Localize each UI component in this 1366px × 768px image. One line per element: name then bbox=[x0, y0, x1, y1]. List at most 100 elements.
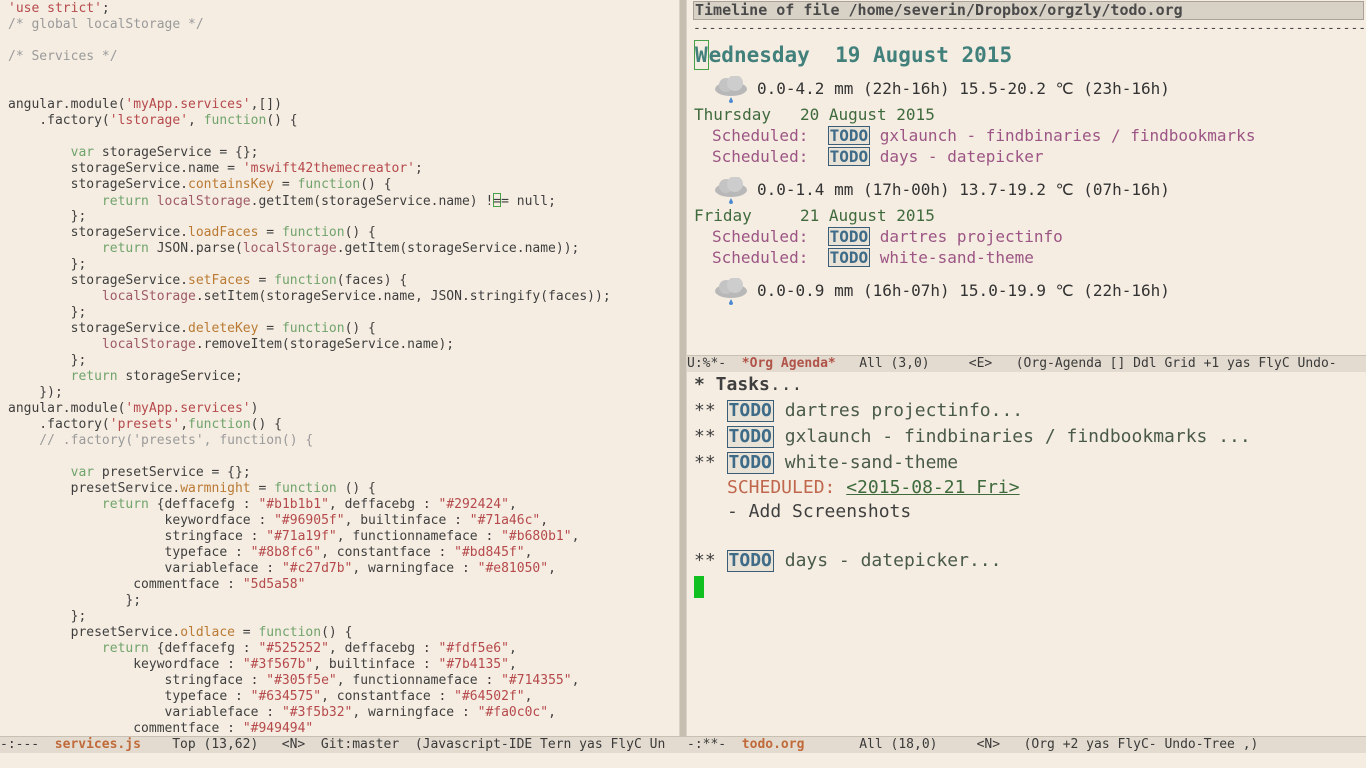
code-line[interactable]: localStorage.removeItem(storageService.n… bbox=[8, 337, 611, 353]
org-heading[interactable]: ** TODO white-sand-theme bbox=[694, 451, 958, 475]
code-token: , bbox=[508, 641, 517, 656]
code-line[interactable]: return {deffacefg : "#525252", deffacebg… bbox=[8, 641, 611, 657]
code-line[interactable]: typeface : "#8b8fc6", constantface : "#b… bbox=[8, 545, 611, 561]
todo-badge[interactable]: TODO bbox=[726, 426, 774, 448]
code-line[interactable]: }; bbox=[8, 257, 611, 273]
code-line[interactable]: .factory('presets',function() { bbox=[8, 417, 611, 433]
code-line[interactable]: // .factory('presets', function() { bbox=[8, 433, 611, 449]
code-line[interactable]: variableface : "#3f5b32", warningface : … bbox=[8, 705, 611, 721]
code-line[interactable]: typeface : "#634575", constantface : "#6… bbox=[8, 689, 611, 705]
code-line[interactable]: var presetService = {}; bbox=[8, 465, 611, 481]
list-item[interactable]: - Add Screenshots bbox=[727, 500, 911, 524]
code-line[interactable] bbox=[8, 65, 611, 81]
agenda-entry-title[interactable]: days - datepicker bbox=[880, 147, 1044, 166]
code-line[interactable]: return JSON.parse(localStorage.getItem(s… bbox=[8, 241, 611, 257]
code-line[interactable]: return localStorage.getItem(storageServi… bbox=[8, 193, 611, 209]
code-line[interactable]: /* global localStorage */ bbox=[8, 17, 611, 33]
agenda-entry[interactable]: Scheduled: TODO gxlaunch - findbinaries … bbox=[712, 126, 1255, 146]
code-line[interactable]: }; bbox=[8, 593, 611, 609]
todo-badge[interactable]: TODO bbox=[726, 400, 774, 422]
code-line[interactable]: }; bbox=[8, 209, 611, 225]
code-token: "5d5a58" bbox=[242, 577, 306, 592]
code-line[interactable]: return storageService; bbox=[8, 369, 611, 385]
code-line[interactable]: presetService.warmnight = function () { bbox=[8, 481, 611, 497]
code-editor-pane[interactable]: 'use strict';/* global localStorage */ /*… bbox=[0, 0, 679, 736]
code-line[interactable]: }); bbox=[8, 385, 611, 401]
code-line[interactable]: storageService.loadFaces = function() { bbox=[8, 225, 611, 241]
agenda-entry[interactable]: Scheduled: TODO days - datepicker bbox=[712, 147, 1044, 167]
code-token: /* global localStorage */ bbox=[8, 17, 204, 32]
todo-badge[interactable]: TODO bbox=[726, 452, 774, 474]
heading-text: * Tasks bbox=[694, 374, 770, 395]
code-line[interactable]: stringface : "#71a19f", functionnameface… bbox=[8, 529, 611, 545]
agenda-entry-title[interactable]: white-sand-theme bbox=[880, 248, 1034, 267]
code-line[interactable]: storageService.deleteKey = function() { bbox=[8, 321, 611, 337]
todo-badge[interactable]: TODO bbox=[827, 248, 871, 267]
todo-badge[interactable]: TODO bbox=[827, 126, 871, 145]
code-text-area[interactable]: 'use strict';/* global localStorage */ /*… bbox=[8, 1, 611, 736]
code-line[interactable]: commentface : "#949494" bbox=[8, 721, 611, 736]
org-heading[interactable]: ** TODO dartres projectinfo... bbox=[694, 399, 1023, 423]
code-token: = bbox=[250, 273, 275, 288]
code-line[interactable]: presetService.oldlace = function() { bbox=[8, 625, 611, 641]
agenda-entry[interactable]: Scheduled: TODO white-sand-theme bbox=[712, 248, 1034, 268]
modeline-buffer-name[interactable]: services.js bbox=[55, 737, 141, 752]
code-token: (faces) { bbox=[336, 273, 408, 288]
code-line[interactable]: }; bbox=[8, 305, 611, 321]
modeline-buffer-name[interactable]: todo.org bbox=[742, 737, 805, 752]
code-line[interactable]: keywordface : "#96905f", builtinface : "… bbox=[8, 513, 611, 529]
agenda-entry[interactable]: Scheduled: TODO dartres projectinfo bbox=[712, 227, 1063, 247]
code-line[interactable] bbox=[8, 449, 611, 465]
code-token: stringface : bbox=[8, 529, 267, 544]
code-token: "#305f5e" bbox=[266, 673, 337, 688]
fold-ellipsis: ... bbox=[769, 374, 803, 395]
code-line[interactable]: var storageService = {}; bbox=[8, 145, 611, 161]
code-line[interactable] bbox=[8, 129, 611, 145]
todo-badge[interactable]: TODO bbox=[827, 147, 871, 166]
scheduled-timestamp[interactable]: <2015-08-21 Fri> bbox=[846, 477, 1019, 498]
code-token: "#e81050" bbox=[477, 561, 549, 576]
org-heading-tasks[interactable]: * Tasks... bbox=[694, 373, 802, 397]
agenda-entry-title[interactable]: dartres projectinfo bbox=[880, 227, 1063, 246]
agenda-entry-title[interactable]: gxlaunch - findbinaries / findbookmarks bbox=[880, 126, 1256, 145]
window-divider-scrollbar[interactable] bbox=[679, 0, 687, 736]
agenda-today-heading[interactable]: Wednesday 19 August 2015 bbox=[694, 40, 1012, 70]
code-token: keywordface : bbox=[8, 513, 275, 528]
code-line[interactable]: }; bbox=[8, 609, 611, 625]
code-line[interactable]: }; bbox=[8, 353, 611, 369]
code-line[interactable]: storageService.setFaces = function(faces… bbox=[8, 273, 611, 289]
todo-badge[interactable]: TODO bbox=[726, 550, 774, 572]
code-token: function bbox=[258, 625, 322, 640]
code-line[interactable]: storageService.containsKey = function() … bbox=[8, 177, 611, 193]
code-line[interactable]: storageService.name = 'mswift42themecrea… bbox=[8, 161, 611, 177]
code-line[interactable]: /* Services */ bbox=[8, 49, 611, 65]
org-heading[interactable]: ** TODO days - datepicker... bbox=[694, 549, 1001, 573]
code-line[interactable]: keywordface : "#3f567b", builtinface : "… bbox=[8, 657, 611, 673]
code-line[interactable]: .factory('lstorage', function() { bbox=[8, 113, 611, 129]
code-line[interactable]: localStorage.setItem(storageService.name… bbox=[8, 289, 611, 305]
modeline-buffer-name[interactable]: *Org Agenda* bbox=[742, 356, 836, 371]
scrollbar-thumb[interactable] bbox=[680, 0, 686, 736]
weather-text: 0.0-0.9 mm (16h-07h) 15.0-19.9 ℃ (22h-16… bbox=[757, 281, 1170, 300]
code-line[interactable]: 'use strict'; bbox=[8, 1, 611, 17]
todo-badge[interactable]: TODO bbox=[827, 227, 871, 246]
code-token: function bbox=[203, 113, 267, 128]
heading-stars: ** bbox=[694, 550, 716, 571]
code-line[interactable] bbox=[8, 81, 611, 97]
heading-text: dartres projectinfo... bbox=[784, 400, 1024, 421]
code-line[interactable] bbox=[8, 33, 611, 49]
minibuffer[interactable] bbox=[0, 753, 1366, 768]
scheduled-line[interactable]: SCHEDULED: <2015-08-21 Fri> bbox=[727, 476, 1020, 500]
code-token: function bbox=[274, 481, 337, 496]
code-line[interactable]: return {deffacefg : "#b1b1b1", deffacebg… bbox=[8, 497, 611, 513]
org-heading[interactable]: ** TODO gxlaunch - findbinaries / findbo… bbox=[694, 425, 1251, 449]
scheduled-label: Scheduled: bbox=[712, 126, 809, 145]
org-agenda-pane[interactable]: Timeline of file /home/severin/Dropbox/o… bbox=[687, 0, 1366, 355]
code-line[interactable]: stringface : "#305f5e", functionnameface… bbox=[8, 673, 611, 689]
code-line[interactable]: angular.module('myApp.services') bbox=[8, 401, 611, 417]
org-file-pane[interactable]: * Tasks... ** TODO dartres projectinfo..… bbox=[687, 373, 1366, 736]
code-line[interactable]: variableface : "#c27d7b", warningface : … bbox=[8, 561, 611, 577]
code-line[interactable]: angular.module('myApp.services',[]) bbox=[8, 97, 611, 113]
code-line[interactable]: commentface : "5d5a58" bbox=[8, 577, 611, 593]
